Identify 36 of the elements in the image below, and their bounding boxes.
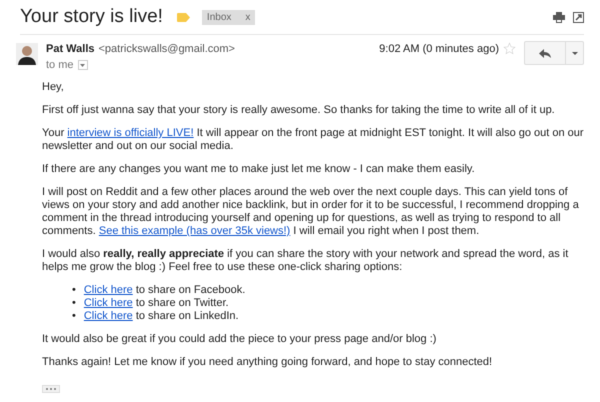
paragraph: It would also be great if you could add the piece to your press page and/or blog :) <box>42 333 438 346</box>
link[interactable]: Click here <box>84 310 133 322</box>
paragraph: If there are any changes you want me to make just let me know - I can make them easily. <box>42 163 476 176</box>
sent-time: 9:02 AM (0 minutes ago) <box>379 43 499 57</box>
details-dropdown[interactable] <box>78 60 88 70</box>
reply-icon <box>539 48 551 58</box>
bullet: • <box>72 310 76 323</box>
print-icon[interactable] <box>553 12 565 22</box>
remove-label-button[interactable]: x <box>245 12 250 22</box>
list-item: Click here to share on Twitter. <box>84 297 229 310</box>
paragraph: I would also really, really appreciate if you can share the story with your network and spread the word, as it helps me grow the blog :) Feel free to use these one-click sharing options: <box>42 248 570 274</box>
link[interactable]: Click here <box>84 284 133 296</box>
bullet: • <box>72 297 76 310</box>
paragraph: I will post on Reddit and a few other places around the web over the next couple days. This can yield tons of views on your story and add another nice backlink, but in order for it to be successful, I recommend dropping a comment in the thread introducing yourself and opening up for questions, as well as trying to respond to all comments. See this example (has over 35k views!) I will email you right when I post them. <box>42 186 580 238</box>
new-window-icon[interactable] <box>573 12 584 22</box>
paragraph: Thanks again! Let me know if you need anything going forward, and hope to stay connected! <box>42 356 494 369</box>
paragraph: Your interview is officially LIVE! It will appear on the front page at midnight EST tonight. It will also go out on our newsletter and out on our social media. <box>42 127 585 153</box>
label-text: Inbox <box>206 12 232 22</box>
paragraph: Hey, <box>42 81 65 94</box>
show-trimmed-button[interactable] <box>42 385 60 393</box>
label-icon <box>176 12 190 22</box>
email-subject: Your story is live! <box>20 6 163 28</box>
recipient-text: to me <box>46 59 74 71</box>
bullet: • <box>72 284 76 297</box>
avatar-icon <box>16 43 38 65</box>
link[interactable]: See this example (has over 35k views!) <box>98 225 290 237</box>
sender-email: <patrickswalls@gmail.com> <box>98 43 235 55</box>
caret-icon <box>80 64 86 66</box>
list-item: Click here to share on LinkedIn. <box>84 310 239 323</box>
paragraph: First off just wanna say that your story is really awesome. So thanks for taking the time to write all of it up. <box>42 104 556 117</box>
link[interactable]: Click here <box>84 297 133 309</box>
list-item: Click here to share on Facebook. <box>84 284 246 297</box>
caret-icon <box>572 52 578 54</box>
link[interactable]: interview is officially LIVE! <box>67 127 194 139</box>
star-icon[interactable] <box>503 42 516 55</box>
sender-name: Pat Walls <box>46 43 94 55</box>
